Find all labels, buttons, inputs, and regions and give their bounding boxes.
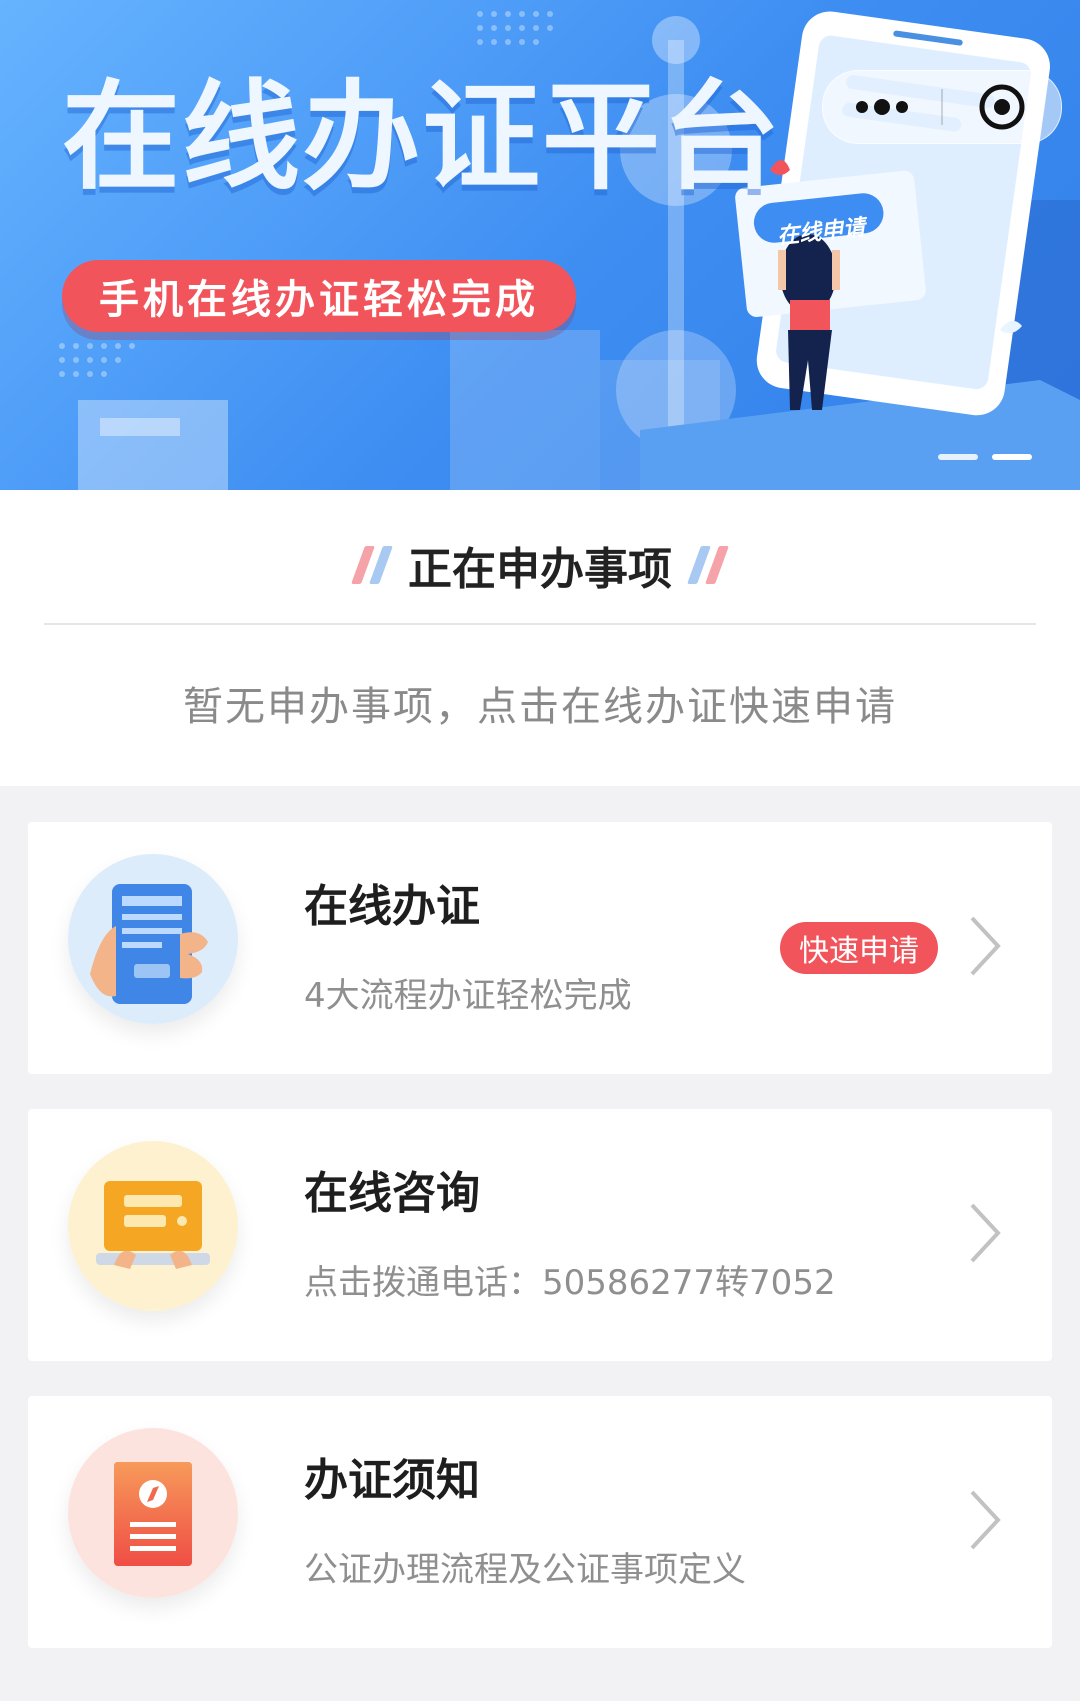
service-card-online-certificate[interactable]: 在线办证 4大流程办证轻松完成 快速申请 — [28, 822, 1052, 1074]
phone-hand-icon — [68, 854, 238, 1024]
card-title: 在线咨询 — [304, 1168, 480, 1219]
card-subtitle: 公证办理流程及公证事项定义 — [304, 1550, 746, 1590]
carousel-indicator — [938, 454, 1032, 460]
banner-title: 在线办证平台 — [62, 68, 783, 206]
section-header: 正在申办事项 — [0, 530, 1080, 600]
laptop-chat-icon — [68, 1141, 238, 1311]
banner[interactable]: 在线办证平台 手机在线办证轻松完成 在线申请 — [0, 0, 1080, 490]
card-title: 在线办证 — [304, 881, 480, 932]
more-dots-icon — [856, 99, 908, 115]
service-card-notice[interactable]: 办证须知 公证办理流程及公证事项定义 — [28, 1396, 1052, 1648]
target-close-icon — [979, 84, 1025, 130]
carousel-dot-active[interactable] — [992, 454, 1032, 460]
empty-state-text[interactable]: 暂无申办事项，点击在线办证快速申请 — [0, 674, 1080, 732]
chevron-right-icon — [970, 916, 1001, 976]
close-miniapp-button[interactable] — [943, 71, 1061, 143]
chevron-right-icon — [970, 1490, 1001, 1550]
card-title: 办证须知 — [304, 1455, 480, 1506]
quick-apply-badge[interactable]: 快速申请 — [780, 922, 938, 974]
title-decoration-left — [351, 546, 393, 584]
card-subtitle: 4大流程办证轻松完成 — [304, 976, 632, 1016]
carousel-dot[interactable] — [938, 454, 978, 460]
section-divider — [44, 623, 1036, 625]
card-subtitle-phone[interactable]: 点击拨通电话：50586277转7052 — [304, 1255, 836, 1304]
miniapp-capsule — [822, 70, 1062, 144]
banner-subtitle: 手机在线办证轻松完成 — [62, 260, 576, 332]
section-title: 正在申办事项 — [408, 544, 672, 595]
more-menu-button[interactable] — [823, 71, 941, 143]
ongoing-section: 正在申办事项 暂无申办事项，点击在线办证快速申请 — [0, 490, 1080, 786]
service-card-online-consult[interactable]: 在线咨询 点击拨通电话：50586277转7052 — [28, 1109, 1052, 1361]
document-compass-icon — [68, 1428, 238, 1598]
title-decoration-right — [687, 546, 729, 584]
chevron-right-icon — [970, 1203, 1001, 1263]
